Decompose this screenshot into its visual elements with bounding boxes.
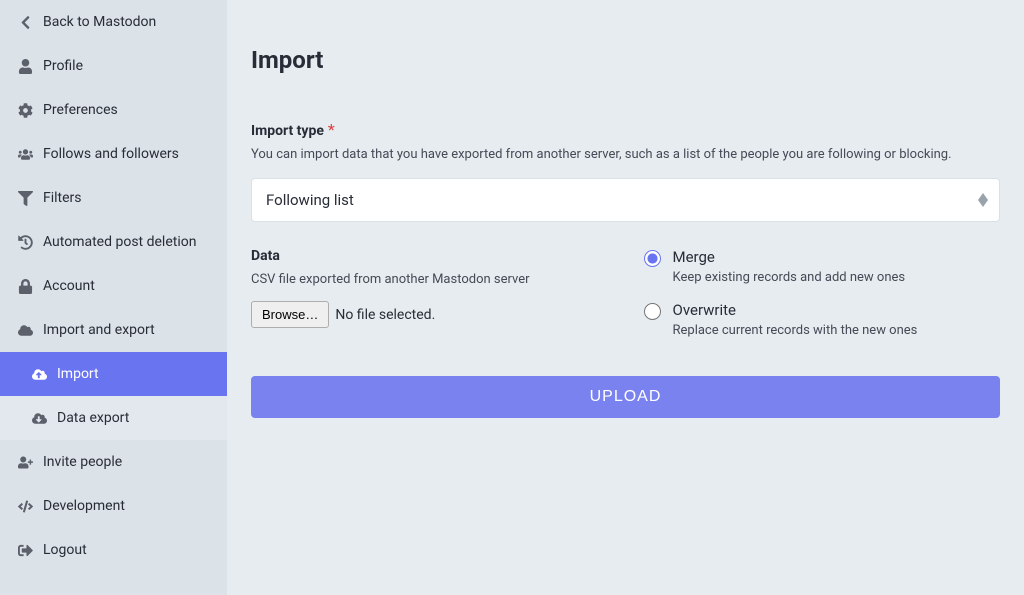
sidebar-item-follows[interactable]: Follows and followers xyxy=(0,132,227,176)
data-section: Data CSV file exported from another Mast… xyxy=(251,248,608,338)
sidebar-item-logout[interactable]: Logout xyxy=(0,528,227,572)
merge-radio[interactable] xyxy=(644,250,661,267)
cloud-icon xyxy=(18,323,33,338)
import-type-section: Import type * You can import data that y… xyxy=(251,120,1000,222)
lock-icon xyxy=(18,279,33,294)
sidebar-item-profile[interactable]: Profile xyxy=(0,44,227,88)
logout-icon xyxy=(18,543,33,558)
page-title: Import xyxy=(251,46,1000,74)
sidebar-item-automated-deletion[interactable]: Automated post deletion xyxy=(0,220,227,264)
upload-button[interactable]: UPLOAD xyxy=(251,376,1000,418)
sidebar-item-invite[interactable]: Invite people xyxy=(0,440,227,484)
radio-option-overwrite[interactable]: Overwrite Replace current records with t… xyxy=(644,301,1001,338)
import-type-hint: You can import data that you have export… xyxy=(251,147,1000,162)
sidebar-item-label: Account xyxy=(43,278,95,294)
sidebar-item-label: Logout xyxy=(43,542,87,558)
sidebar-item-label: Import and export xyxy=(43,322,155,338)
merge-hint: Keep existing records and add new ones xyxy=(673,270,906,285)
sidebar-item-back[interactable]: Back to Mastodon xyxy=(0,0,227,44)
sidebar-item-label: Filters xyxy=(43,190,82,206)
sidebar-item-filters[interactable]: Filters xyxy=(0,176,227,220)
sidebar-item-label: Profile xyxy=(43,58,83,74)
cloud-download-icon xyxy=(32,411,47,426)
sidebar-item-label: Data export xyxy=(57,410,129,426)
sidebar-item-development[interactable]: Development xyxy=(0,484,227,528)
overwrite-radio[interactable] xyxy=(644,303,661,320)
data-label: Data xyxy=(251,248,608,264)
sidebar: Back to Mastodon Profile Preferences Fol… xyxy=(0,0,227,595)
import-type-label: Import type xyxy=(251,123,324,139)
sidebar-item-import-export[interactable]: Import and export xyxy=(0,308,227,352)
sidebar-item-preferences[interactable]: Preferences xyxy=(0,88,227,132)
cloud-upload-icon xyxy=(32,367,47,382)
filter-icon xyxy=(18,191,33,206)
radio-option-merge[interactable]: Merge Keep existing records and add new … xyxy=(644,248,1001,285)
sidebar-item-label: Preferences xyxy=(43,102,118,118)
required-asterisk: * xyxy=(328,120,335,139)
file-status: No file selected. xyxy=(335,307,435,323)
mode-section: Merge Keep existing records and add new … xyxy=(644,248,1001,338)
gear-icon xyxy=(18,103,33,118)
history-icon xyxy=(18,235,33,250)
sidebar-item-label: Invite people xyxy=(43,454,122,470)
main-content: Import Import type * You can import data… xyxy=(227,0,1024,595)
overwrite-label: Overwrite xyxy=(673,301,918,319)
overwrite-hint: Replace current records with the new one… xyxy=(673,323,918,338)
sidebar-item-import[interactable]: Import xyxy=(0,352,227,396)
sidebar-item-label: Import xyxy=(57,366,99,382)
chevron-left-icon xyxy=(18,15,33,30)
sidebar-item-label: Back to Mastodon xyxy=(43,14,156,30)
browse-button[interactable]: Browse… xyxy=(251,301,329,328)
sidebar-item-label: Follows and followers xyxy=(43,146,179,162)
import-type-select[interactable]: Following list xyxy=(251,178,1000,222)
sidebar-item-data-export[interactable]: Data export xyxy=(0,396,227,440)
user-plus-icon xyxy=(18,455,33,470)
user-icon xyxy=(18,59,33,74)
data-hint: CSV file exported from another Mastodon … xyxy=(251,272,608,287)
code-icon xyxy=(18,499,33,514)
sidebar-item-label: Automated post deletion xyxy=(43,234,196,250)
users-icon xyxy=(18,147,33,162)
sidebar-item-label: Development xyxy=(43,498,125,514)
merge-label: Merge xyxy=(673,248,906,266)
sidebar-item-account[interactable]: Account xyxy=(0,264,227,308)
